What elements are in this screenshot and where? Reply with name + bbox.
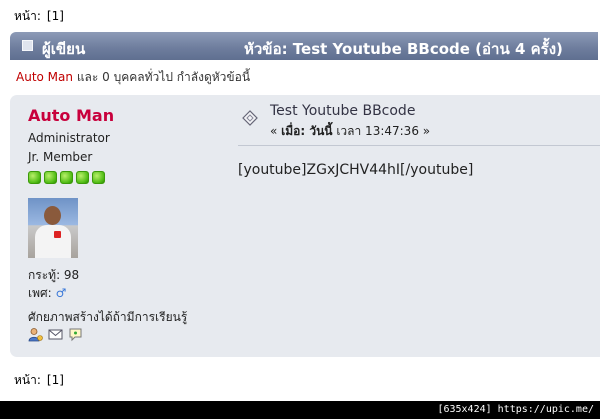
- viewer-user-link[interactable]: Auto Man: [16, 70, 73, 84]
- post-xx-icon: [240, 108, 260, 128]
- author-column-header: ผู้เขียน: [42, 40, 86, 58]
- poster-rank: Jr. Member: [28, 150, 93, 164]
- pagination-bottom: หน้า: [1]: [14, 371, 64, 390]
- male-icon: ♂: [55, 286, 67, 300]
- rank-stars: [28, 171, 105, 184]
- post-date-bold: เมื่อ: วันนี้: [281, 124, 333, 138]
- post-title-link[interactable]: Test Youtube BBcode: [270, 103, 415, 119]
- page-link-1[interactable]: [1]: [47, 373, 64, 387]
- forum-page: หน้า: [1] ผู้เขียน หัวข้อ: Test Youtube B…: [0, 0, 600, 401]
- pagination-top: หน้า: [1]: [14, 7, 64, 26]
- star-icon: [44, 171, 57, 184]
- poster-personal-text: ศักยภาพสร้างได้ถ้ามีการเรียนรู้: [28, 310, 188, 324]
- star-icon: [92, 171, 105, 184]
- star-icon: [76, 171, 89, 184]
- post-date-rest: เวลา 13:47:36 »: [332, 124, 431, 138]
- message-icon[interactable]: [68, 327, 83, 342]
- avatar-badge-shape: [54, 231, 61, 238]
- poster-name-link[interactable]: Auto Man: [28, 106, 114, 125]
- poster-role: Administrator: [28, 131, 110, 145]
- topic-header: หัวข้อ: Test Youtube BBcode (อ่าน 4 ครั้…: [244, 40, 563, 58]
- email-icon[interactable]: [48, 327, 63, 342]
- avatar[interactable]: [28, 198, 78, 258]
- poster-post-count: กระทู้: 98: [28, 268, 80, 282]
- profile-icon[interactable]: [28, 327, 43, 342]
- viewers-rest: และ 0 บุคคลทั่วไป กำลังดูหัวข้อนี้: [73, 70, 251, 84]
- post-date-prefix: «: [270, 124, 282, 138]
- page-link-1[interactable]: [1]: [47, 9, 64, 23]
- star-icon: [28, 171, 41, 184]
- poster-gender: เพศ: ♂: [28, 284, 66, 303]
- post-body: [youtube]ZGxJCHV44hI[/youtube]: [238, 162, 474, 178]
- category-bar: ผู้เขียน หัวข้อ: Test Youtube BBcode (อ่…: [10, 32, 598, 60]
- pagination-label: หน้า:: [14, 9, 41, 23]
- image-host-caption: [635x424] https://upic.me/: [437, 404, 594, 415]
- avatar-body-shape: [35, 225, 71, 258]
- collapse-square-icon: [22, 40, 33, 51]
- viewers-line: Auto Man และ 0 บุคคลทั่วไป กำลังดูหัวข้อ…: [16, 68, 250, 87]
- star-icon: [60, 171, 73, 184]
- pagination-label: หน้า:: [14, 373, 41, 387]
- avatar-head-shape: [44, 206, 61, 225]
- poster-action-icons: [28, 327, 83, 342]
- post-divider: [238, 145, 600, 146]
- post-date: « เมื่อ: วันนี้ เวลา 13:47:36 »: [270, 122, 430, 141]
- gender-label: เพศ:: [28, 286, 52, 300]
